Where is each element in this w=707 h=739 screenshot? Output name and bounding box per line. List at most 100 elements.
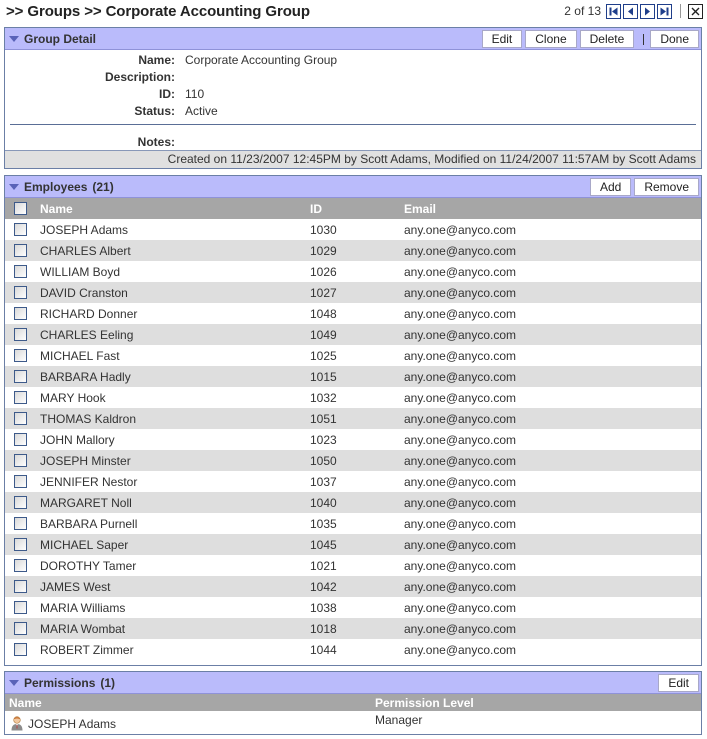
row-checkbox[interactable] (14, 601, 27, 614)
user-icon (11, 716, 23, 731)
employee-name: MARGARET Noll (40, 496, 132, 510)
employee-id: 1037 (310, 475, 337, 489)
row-checkbox[interactable] (14, 265, 27, 278)
edit-permissions-button[interactable]: Edit (658, 674, 699, 692)
permissions-title: Permissions (24, 676, 96, 690)
employee-row[interactable]: CHARLES Eeling 1049 any.one@anyco.com (5, 324, 701, 345)
row-checkbox[interactable] (14, 517, 27, 530)
employee-email: any.one@anyco.com (404, 349, 517, 363)
employee-row[interactable]: BARBARA Hadly 1015 any.one@anyco.com (5, 366, 701, 387)
row-checkbox[interactable] (14, 307, 27, 320)
first-page-button[interactable] (606, 3, 621, 19)
clone-button[interactable]: Clone (525, 30, 577, 48)
row-checkbox[interactable] (14, 349, 27, 362)
group-detail-actions: Edit Clone Delete Done (479, 30, 699, 48)
field-name: Name: Corporate Accounting Group (5, 53, 701, 69)
employee-row[interactable]: JENNIFER Nestor 1037 any.one@anyco.com (5, 471, 701, 492)
employee-email: any.one@anyco.com (404, 244, 517, 258)
employee-row[interactable]: JOSEPH Adams 1030 any.one@anyco.com (5, 219, 701, 240)
column-header-id[interactable]: ID (310, 202, 322, 216)
employee-row[interactable]: BARBARA Purnell 1035 any.one@anyco.com (5, 513, 701, 534)
row-checkbox[interactable] (14, 643, 27, 656)
column-header-email[interactable]: Email (404, 202, 436, 216)
employee-row[interactable]: MARY Hook 1032 any.one@anyco.com (5, 387, 701, 408)
employee-name: WILLIAM Boyd (40, 265, 121, 279)
row-checkbox[interactable] (14, 622, 27, 635)
row-checkbox[interactable] (14, 328, 27, 341)
employee-row[interactable]: MICHAEL Saper 1045 any.one@anyco.com (5, 534, 701, 555)
group-detail-panel: Group Detail Edit Clone Delete Done Name… (4, 27, 702, 169)
permissions-toggle[interactable]: Permissions (1) (9, 676, 115, 690)
employee-row[interactable]: ROBERT Zimmer 1044 any.one@anyco.com (5, 639, 701, 660)
status-label: Status: (134, 104, 175, 118)
permission-row[interactable]: JOSEPH Adams Manager (5, 711, 701, 734)
employee-row[interactable]: CHARLES Albert 1029 any.one@anyco.com (5, 240, 701, 261)
employee-row[interactable]: MARIA Wombat 1018 any.one@anyco.com (5, 618, 701, 639)
row-checkbox[interactable] (14, 475, 27, 488)
row-checkbox[interactable] (14, 538, 27, 551)
employee-email: any.one@anyco.com (404, 265, 517, 279)
column-header-name[interactable]: Name (40, 202, 73, 216)
group-detail-toggle[interactable]: Group Detail (9, 32, 96, 46)
last-page-button[interactable] (657, 3, 672, 19)
column-header-permission-level[interactable]: Permission Level (375, 696, 474, 710)
employee-row[interactable]: RICHARD Donner 1048 any.one@anyco.com (5, 303, 701, 324)
employee-name: MARY Hook (40, 391, 106, 405)
row-checkbox[interactable] (14, 391, 27, 404)
previous-page-button[interactable] (623, 3, 638, 19)
employee-id: 1023 (310, 433, 337, 447)
select-all-checkbox[interactable] (14, 202, 27, 215)
row-checkbox[interactable] (14, 412, 27, 425)
employee-name: CHARLES Albert (40, 244, 131, 258)
employee-row[interactable]: MARGARET Noll 1040 any.one@anyco.com (5, 492, 701, 513)
employees-toggle[interactable]: Employees (21) (9, 180, 114, 194)
employee-name: BARBARA Purnell (40, 517, 138, 531)
row-checkbox[interactable] (14, 559, 27, 572)
delete-button[interactable]: Delete (579, 30, 635, 48)
employee-name: JOHN Mallory (40, 433, 115, 447)
column-header-name[interactable]: Name (9, 696, 42, 710)
employee-name: BARBARA Hadly (40, 370, 131, 384)
add-employee-button[interactable]: Add (589, 178, 632, 196)
employee-name: MARIA Williams (40, 601, 126, 615)
employee-row[interactable]: THOMAS Kaldron 1051 any.one@anyco.com (5, 408, 701, 429)
remove-employee-button[interactable]: Remove (634, 178, 699, 196)
employee-row[interactable]: JOHN Mallory 1023 any.one@anyco.com (5, 429, 701, 450)
employee-id: 1029 (310, 244, 337, 258)
row-checkbox[interactable] (14, 433, 27, 446)
pager-position: 2 of 13 (564, 4, 601, 18)
edit-button[interactable]: Edit (481, 30, 523, 48)
employee-name: JOSEPH Adams (40, 223, 129, 237)
row-checkbox[interactable] (14, 223, 27, 236)
permissions-table-header: Name Permission Level (5, 694, 701, 711)
row-checkbox[interactable] (14, 580, 27, 593)
employee-row[interactable]: WILLIAM Boyd 1026 any.one@anyco.com (5, 261, 701, 282)
actions-divider (643, 33, 645, 45)
employee-id: 1045 (310, 538, 337, 552)
employee-email: any.one@anyco.com (404, 475, 517, 489)
name-value: Corporate Accounting Group (185, 53, 338, 67)
row-checkbox[interactable] (14, 496, 27, 509)
employee-row[interactable]: DAVID Cranston 1027 any.one@anyco.com (5, 282, 701, 303)
collapse-triangle-icon (9, 680, 19, 686)
employee-row[interactable]: JOSEPH Minster 1050 any.one@anyco.com (5, 450, 701, 471)
employee-id: 1030 (310, 223, 337, 237)
employee-id: 1018 (310, 622, 337, 636)
employee-email: any.one@anyco.com (404, 223, 517, 237)
employee-row[interactable]: MICHAEL Fast 1025 any.one@anyco.com (5, 345, 701, 366)
employees-table-header: Name ID Email (5, 198, 701, 219)
row-checkbox[interactable] (14, 454, 27, 467)
close-button[interactable] (688, 3, 703, 19)
employee-row[interactable]: MARIA Williams 1038 any.one@anyco.com (5, 597, 701, 618)
next-page-button[interactable] (640, 3, 655, 19)
employee-id: 1038 (310, 601, 337, 615)
employee-id: 1032 (310, 391, 337, 405)
done-button[interactable]: Done (650, 30, 699, 48)
row-checkbox[interactable] (14, 370, 27, 383)
row-checkbox[interactable] (14, 286, 27, 299)
employee-row[interactable]: DOROTHY Tamer 1021 any.one@anyco.com (5, 555, 701, 576)
employee-row[interactable]: JAMES West 1042 any.one@anyco.com (5, 576, 701, 597)
employee-name: CHARLES Eeling (40, 328, 134, 342)
row-checkbox[interactable] (14, 244, 27, 257)
employee-name: JENNIFER Nestor (40, 475, 138, 489)
